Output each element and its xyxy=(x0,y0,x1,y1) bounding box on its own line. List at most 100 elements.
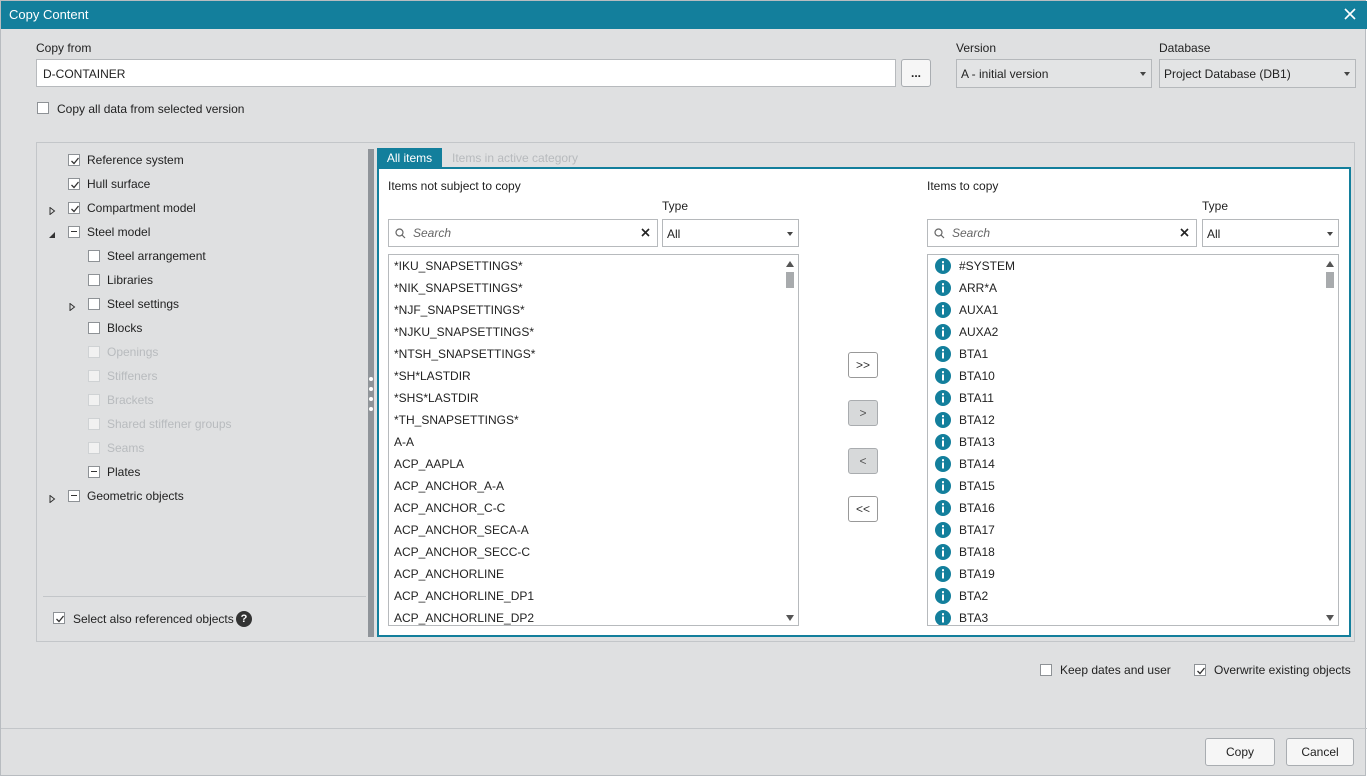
splitter-handle[interactable] xyxy=(368,149,374,637)
list-item[interactable]: ACP_ANCHOR_SECA-A xyxy=(389,519,529,541)
list-item[interactable]: *TH_SNAPSETTINGS* xyxy=(389,409,519,431)
version-select[interactable]: A - initial version xyxy=(956,59,1152,88)
right-scrollbar[interactable] xyxy=(1324,255,1338,625)
list-item[interactable]: BTA11 xyxy=(928,387,1323,409)
list-item[interactable]: ACP_ANCHOR_SECC-C xyxy=(389,541,530,563)
tree-node-label[interactable]: Steel arrangement xyxy=(107,249,206,263)
left-search[interactable] xyxy=(388,219,658,247)
list-item[interactable]: *SH*LASTDIR xyxy=(389,365,471,387)
remove-all-button[interactable]: << xyxy=(848,496,878,522)
list-item[interactable]: *SHS*LASTDIR xyxy=(389,387,479,409)
tree-checkbox[interactable] xyxy=(68,178,80,190)
expand-triangle-icon[interactable] xyxy=(48,204,56,216)
list-item[interactable]: *IKU_SNAPSETTINGS* xyxy=(389,255,523,277)
list-item[interactable]: BTA2 xyxy=(928,585,1323,607)
select-referenced-checkbox[interactable] xyxy=(53,612,65,624)
keep-dates-checkbox[interactable] xyxy=(1040,664,1052,676)
list-item[interactable]: *NJKU_SNAPSETTINGS* xyxy=(389,321,534,343)
list-item[interactable]: ARR*A xyxy=(928,277,1323,299)
right-item-list[interactable]: BTA3 BTA2 BTA19 BTA18 BTA17 BTA16 BTA15 BTA14 BT… xyxy=(927,254,1339,626)
list-item[interactable]: *NIK_SNAPSETTINGS* xyxy=(389,277,523,299)
list-item[interactable]: ACP_ANCHORLINE xyxy=(389,563,504,585)
clear-icon[interactable] xyxy=(1179,227,1190,238)
left-type-select[interactable]: All xyxy=(662,219,799,247)
left-search-input[interactable] xyxy=(411,224,631,242)
list-item[interactable]: BTA18 xyxy=(928,541,1323,563)
add-all-button[interactable]: >> xyxy=(848,352,878,378)
cancel-button[interactable]: Cancel xyxy=(1286,738,1354,766)
browse-button[interactable]: ... xyxy=(901,59,931,87)
scroll-down-icon[interactable] xyxy=(1326,615,1334,621)
left-scrollbar[interactable] xyxy=(784,255,798,625)
add-button[interactable]: > xyxy=(848,400,878,426)
list-item[interactable]: *NJF_SNAPSETTINGS* xyxy=(389,299,525,321)
tree-checkbox[interactable] xyxy=(68,202,80,214)
tab-all-items[interactable]: All items xyxy=(377,148,442,168)
database-select[interactable]: Project Database (DB1) xyxy=(1159,59,1356,88)
tree-checkbox[interactable] xyxy=(88,298,100,310)
copy-all-checkbox[interactable] xyxy=(37,102,49,114)
list-item-label: AUXA1 xyxy=(959,303,999,317)
left-item-list[interactable]: ACP_ANCHORLINE_DP2 ACP_ANCHORLINE_DP1 ACP_… xyxy=(388,254,799,626)
right-search[interactable] xyxy=(927,219,1197,247)
list-item[interactable]: BTA12 xyxy=(928,409,1323,431)
tree-node-label[interactable]: Plates xyxy=(107,465,140,479)
scroll-up-icon[interactable] xyxy=(1326,261,1334,267)
tree-checkbox[interactable] xyxy=(68,226,80,238)
tree-node-label[interactable]: Libraries xyxy=(107,273,153,287)
list-item[interactable]: ACP_ANCHORLINE_DP1 xyxy=(389,585,534,607)
list-item[interactable]: BTA15 xyxy=(928,475,1323,497)
scroll-up-icon[interactable] xyxy=(786,261,794,267)
tree-node-label[interactable]: Blocks xyxy=(107,321,142,335)
divider xyxy=(43,596,366,597)
tree-checkbox[interactable] xyxy=(68,490,80,502)
tree-node-label[interactable]: Reference system xyxy=(87,153,184,167)
list-item[interactable]: ACP_ANCHOR_A-A xyxy=(389,475,504,497)
overwrite-checkbox[interactable] xyxy=(1194,664,1206,676)
list-item[interactable]: BTA10 xyxy=(928,365,1323,387)
close-icon[interactable] xyxy=(1339,3,1361,25)
scroll-down-icon[interactable] xyxy=(786,615,794,621)
help-icon[interactable]: ? xyxy=(236,611,252,627)
list-item[interactable]: BTA19 xyxy=(928,563,1323,585)
list-item[interactable]: BTA3 xyxy=(928,607,1323,625)
list-item[interactable]: BTA1 xyxy=(928,343,1323,365)
search-icon xyxy=(934,228,945,239)
list-item[interactable]: ACP_ANCHOR_C-C xyxy=(389,497,505,519)
tree-node-label[interactable]: Steel model xyxy=(87,225,150,239)
tree-node-label[interactable]: Geometric objects xyxy=(87,489,184,503)
scroll-thumb[interactable] xyxy=(1326,272,1334,288)
list-item[interactable]: #SYSTEM xyxy=(928,255,1323,277)
tree-checkbox[interactable] xyxy=(88,250,100,262)
expand-triangle-icon[interactable] xyxy=(68,300,76,312)
tree-checkbox[interactable] xyxy=(68,154,80,166)
info-icon xyxy=(935,324,951,340)
tree-node-label[interactable]: Steel settings xyxy=(107,297,179,311)
list-item[interactable]: BTA14 xyxy=(928,453,1323,475)
tree-checkbox[interactable] xyxy=(88,322,100,334)
remove-button[interactable]: < xyxy=(848,448,878,474)
expand-triangle-icon[interactable] xyxy=(48,492,56,504)
tree-node-label[interactable]: Hull surface xyxy=(87,177,150,191)
list-item[interactable]: AUXA1 xyxy=(928,299,1323,321)
list-item[interactable]: ACP_AAPLA xyxy=(389,453,464,475)
list-item[interactable]: *NTSH_SNAPSETTINGS* xyxy=(389,343,535,365)
list-item[interactable]: ACP_ANCHORLINE_DP2 xyxy=(389,607,534,625)
right-type-select[interactable]: All xyxy=(1202,219,1339,247)
tab-active-category[interactable]: Items in active category xyxy=(452,148,578,168)
list-item[interactable]: BTA17 xyxy=(928,519,1323,541)
scroll-thumb[interactable] xyxy=(786,272,794,288)
copy-from-field[interactable]: D-CONTAINER xyxy=(36,59,896,87)
list-item[interactable]: BTA16 xyxy=(928,497,1323,519)
right-search-input[interactable] xyxy=(950,224,1170,242)
tree-node-label[interactable]: Compartment model xyxy=(87,201,196,215)
tree-checkbox[interactable] xyxy=(88,274,100,286)
list-item[interactable]: BTA13 xyxy=(928,431,1323,453)
tree-checkbox[interactable] xyxy=(88,466,100,478)
list-item[interactable]: AUXA2 xyxy=(928,321,1323,343)
clear-icon[interactable] xyxy=(640,227,651,238)
expanded-triangle-icon[interactable] xyxy=(48,228,56,238)
copy-from-label: Copy from xyxy=(36,41,92,55)
list-item[interactable]: A-A xyxy=(389,431,414,453)
copy-button[interactable]: Copy xyxy=(1205,738,1275,766)
